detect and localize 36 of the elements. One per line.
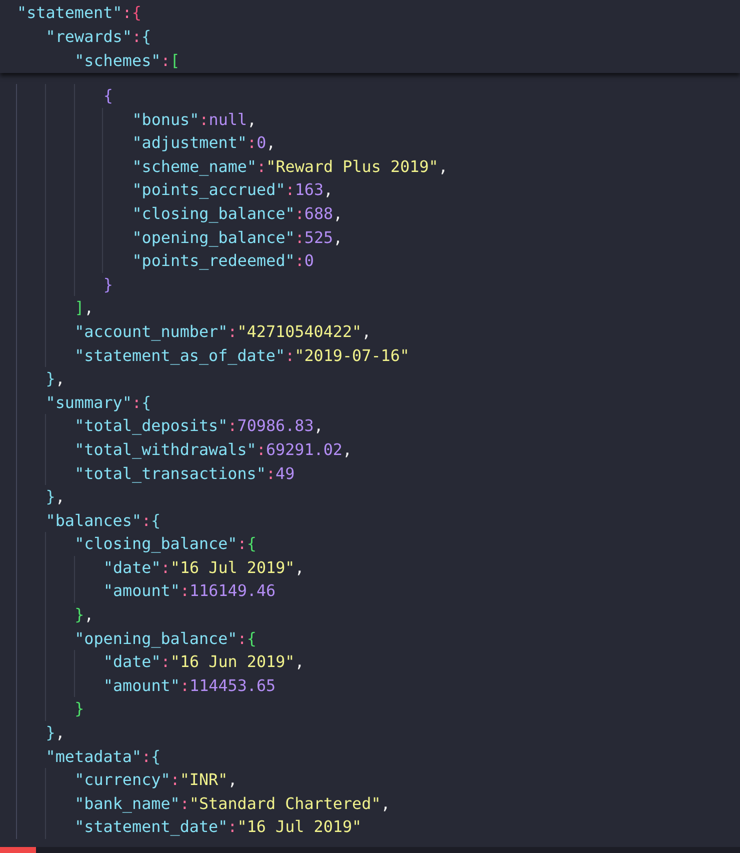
code-line: "statement_date":"16 Jul 2019" xyxy=(74,816,362,838)
code-line: "amount":116149.46 xyxy=(102,580,276,602)
code-line: "statement_as_of_date":"2019-07-16" xyxy=(74,344,410,367)
code-line: "statement":{ xyxy=(16,2,142,24)
code-line: }, xyxy=(44,368,65,390)
code-line: "points_accrued":163, xyxy=(131,179,334,202)
code-line: }, xyxy=(44,722,65,744)
code-line: "opening_balance":525, xyxy=(131,226,343,249)
code-line: "opening_balance":{ xyxy=(74,628,256,650)
code-line: "total_deposits":70986.83, xyxy=(74,415,324,438)
code-line: "account_number":"42710540422", xyxy=(74,320,372,343)
code-line: "scheme_name":"Reward Plus 2019", xyxy=(131,156,448,178)
code-line: "bonus":null, xyxy=(131,108,257,131)
code-line: }, xyxy=(74,604,94,626)
code-line: "closing_balance":688, xyxy=(131,202,343,225)
code-line: "bank_name":"Standard Chartered", xyxy=(74,792,390,815)
code-line: "amount":114453.65 xyxy=(102,674,276,697)
code-line: "currency":"INR", xyxy=(74,769,238,792)
code-line: "summary":{ xyxy=(44,392,152,414)
code-line: "total_withdrawals":69291.02, xyxy=(74,438,352,461)
code-line: "date":"16 Jun 2019", xyxy=(102,651,304,674)
code-line: { xyxy=(102,85,113,107)
code-line: "schemes":[ xyxy=(74,50,181,72)
code-line: }, xyxy=(44,486,65,508)
code-line: "metadata":{ xyxy=(44,746,161,768)
code-line: ], xyxy=(74,297,94,320)
status-indicator[interactable] xyxy=(0,847,36,853)
code-line: "rewards":{ xyxy=(44,26,152,48)
code-line: } xyxy=(102,274,113,296)
code-line: "balances":{ xyxy=(44,510,161,532)
code-line: "adjustment":0, xyxy=(131,132,276,154)
code-line: "points_redeemed":0 xyxy=(131,250,314,272)
code-line: "date":"16 Jul 2019", xyxy=(102,556,304,579)
code-line: "total_transactions":49 xyxy=(74,462,295,485)
code-line: } xyxy=(74,698,84,720)
code-line: "closing_balance":{ xyxy=(74,533,256,556)
